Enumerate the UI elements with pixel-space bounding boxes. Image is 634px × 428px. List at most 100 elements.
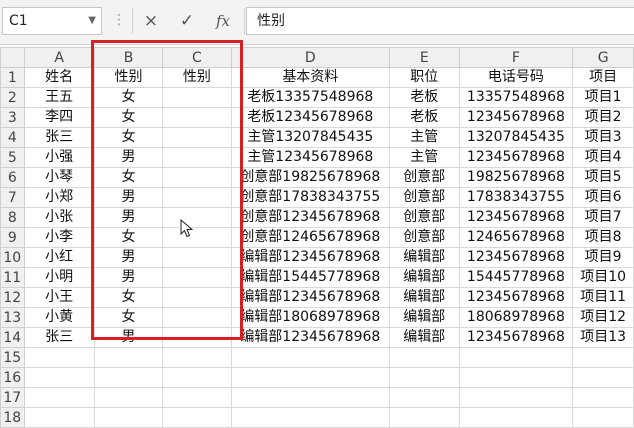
cell-f[interactable] [458, 367, 574, 388]
cell-g[interactable]: 项目3 [572, 127, 634, 148]
row-header[interactable]: 3 [0, 107, 25, 128]
cell-a[interactable]: 王五 [23, 87, 95, 108]
cell-d[interactable] [230, 367, 391, 388]
cell-a[interactable] [23, 347, 95, 368]
cell-e[interactable]: 编辑部 [389, 307, 460, 328]
cell-f[interactable]: 12345678968 [458, 147, 574, 168]
cell-b[interactable] [93, 387, 164, 408]
cell-e[interactable] [389, 347, 460, 368]
cell-g[interactable]: 项目 [572, 67, 634, 88]
cell-b[interactable]: 男 [93, 247, 164, 268]
cell-c[interactable] [162, 187, 232, 208]
confirm-icon[interactable]: ✓ [170, 7, 204, 35]
cell-f[interactable] [458, 387, 574, 408]
cell-d[interactable]: 编辑部18068978968 [230, 307, 391, 328]
cell-d[interactable]: 编辑部12345678968 [230, 287, 391, 308]
row-header[interactable]: 8 [0, 207, 25, 228]
row-header[interactable]: 7 [0, 187, 25, 208]
cell-a[interactable]: 姓名 [23, 67, 95, 88]
column-header-g[interactable]: G [572, 47, 634, 68]
cell-a[interactable]: 小红 [23, 247, 95, 268]
cell-e[interactable]: 主管 [389, 147, 460, 168]
cell-a[interactable]: 小琴 [23, 167, 95, 188]
cell-d[interactable]: 老板12345678968 [230, 107, 391, 128]
cell-c[interactable] [162, 207, 232, 228]
cell-e[interactable] [389, 367, 460, 388]
cell-g[interactable]: 项目13 [572, 327, 634, 348]
row-header[interactable]: 14 [0, 327, 25, 348]
cell-g[interactable]: 项目7 [572, 207, 634, 228]
cell-d[interactable]: 主管13207845435 [230, 127, 391, 148]
cell-g[interactable]: 项目1 [572, 87, 634, 108]
cell-d[interactable]: 创意部19825678968 [230, 167, 391, 188]
cell-c[interactable] [162, 327, 232, 348]
cell-e[interactable]: 编辑部 [389, 267, 460, 288]
row-header[interactable]: 4 [0, 127, 25, 148]
cell-f[interactable]: 电话号码 [458, 67, 574, 88]
column-header-c[interactable]: C [162, 47, 232, 68]
row-header[interactable]: 15 [0, 347, 25, 368]
row-header[interactable]: 12 [0, 287, 25, 308]
cell-d[interactable] [230, 387, 391, 408]
cell-g[interactable]: 项目4 [572, 147, 634, 168]
column-header-e[interactable]: E [389, 47, 460, 68]
row-header[interactable]: 6 [0, 167, 25, 188]
cell-c[interactable] [162, 127, 232, 148]
cell-b[interactable]: 女 [93, 107, 164, 128]
cell-c[interactable] [162, 167, 232, 188]
formula-input[interactable]: 性别 [246, 7, 634, 35]
cell-b[interactable] [93, 407, 164, 428]
cell-g[interactable] [572, 367, 634, 388]
name-box[interactable]: C1 ▼ [2, 7, 102, 35]
cell-f[interactable]: 12465678968 [458, 227, 574, 248]
cell-d[interactable]: 基本资料 [230, 67, 391, 88]
cell-e[interactable]: 老板 [389, 87, 460, 108]
drag-handle-icon[interactable]: ⋮ [112, 12, 126, 28]
cell-g[interactable]: 项目8 [572, 227, 634, 248]
cell-e[interactable]: 创意部 [389, 207, 460, 228]
cell-c[interactable] [162, 387, 232, 408]
cell-c[interactable] [162, 227, 232, 248]
cell-d[interactable]: 编辑部15445778968 [230, 267, 391, 288]
cell-b[interactable]: 女 [93, 287, 164, 308]
column-header-b[interactable]: B [93, 47, 164, 68]
cell-a[interactable] [23, 407, 95, 428]
cell-f[interactable]: 12345678968 [458, 287, 574, 308]
row-header[interactable]: 1 [0, 67, 25, 88]
cell-g[interactable]: 项目5 [572, 167, 634, 188]
cell-g[interactable] [572, 347, 634, 368]
cell-b[interactable]: 女 [93, 227, 164, 248]
cell-b[interactable]: 男 [93, 187, 164, 208]
cell-b[interactable]: 男 [93, 147, 164, 168]
cell-g[interactable]: 项目6 [572, 187, 634, 208]
cell-b[interactable] [93, 367, 164, 388]
cell-e[interactable]: 编辑部 [389, 327, 460, 348]
cell-g[interactable]: 项目10 [572, 267, 634, 288]
cell-f[interactable]: 17838343755 [458, 187, 574, 208]
cell-c[interactable] [162, 407, 232, 428]
cell-c[interactable] [162, 287, 232, 308]
cell-b[interactable] [93, 347, 164, 368]
cell-e[interactable] [389, 387, 460, 408]
cell-d[interactable]: 创意部17838343755 [230, 187, 391, 208]
insert-function-icon[interactable]: fx [206, 7, 240, 35]
cell-g[interactable]: 项目12 [572, 307, 634, 328]
cell-a[interactable] [23, 367, 95, 388]
cell-g[interactable] [572, 407, 634, 428]
cell-f[interactable]: 18068978968 [458, 307, 574, 328]
cell-e[interactable] [389, 407, 460, 428]
cell-a[interactable]: 李四 [23, 107, 95, 128]
cell-d[interactable] [230, 407, 391, 428]
cell-c[interactable] [162, 107, 232, 128]
cell-e[interactable]: 创意部 [389, 187, 460, 208]
row-header[interactable]: 13 [0, 307, 25, 328]
cell-a[interactable] [23, 387, 95, 408]
cell-a[interactable]: 小强 [23, 147, 95, 168]
cell-b[interactable]: 女 [93, 167, 164, 188]
row-header[interactable]: 9 [0, 227, 25, 248]
cell-b[interactable]: 女 [93, 127, 164, 148]
cell-c[interactable]: 性别 [162, 67, 232, 88]
cell-a[interactable]: 小王 [23, 287, 95, 308]
cell-c[interactable] [162, 247, 232, 268]
cell-f[interactable]: 12345678968 [458, 207, 574, 228]
